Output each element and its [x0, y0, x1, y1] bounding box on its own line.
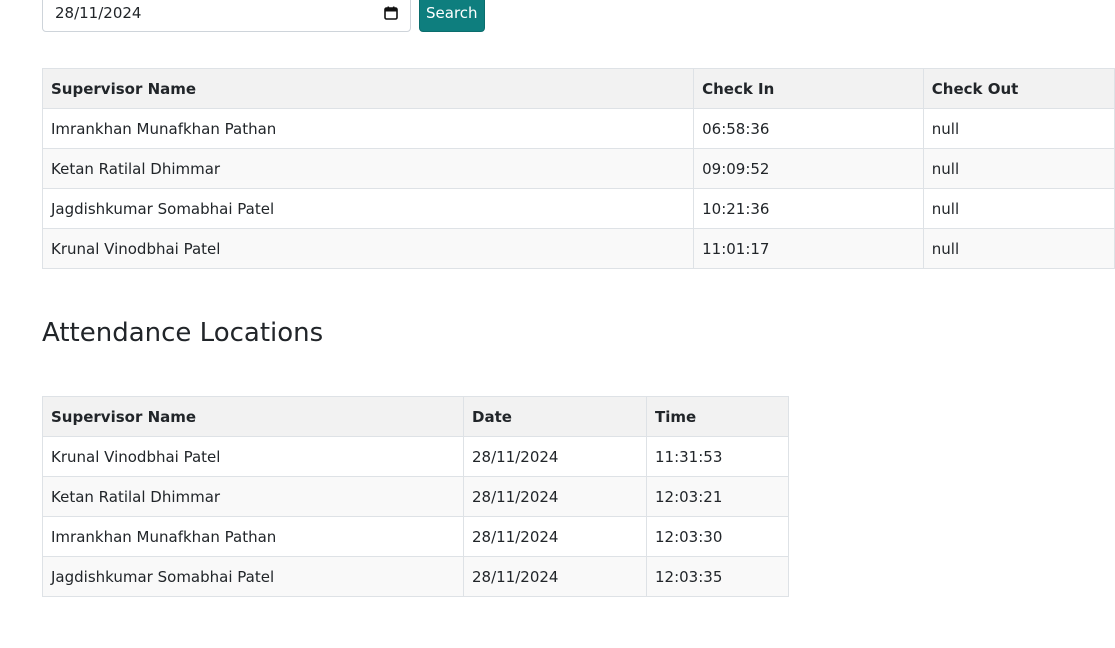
page: 28/11/2024 Search Supervisor Name Check …: [0, 0, 1115, 648]
supervisor-name-cell: Ketan Ratilal Dhimmar: [41, 148, 695, 189]
time-cell: 12:03:35: [646, 556, 789, 597]
table-row: Jagdishkumar Somabhai Patel 10:21:36 nul…: [41, 188, 1115, 229]
column-header-check-in: Check In: [693, 68, 924, 109]
attendance-locations-table: Supervisor Name Date Time Krunal Vinodbh…: [42, 396, 789, 597]
column-header-check-out: Check Out: [922, 68, 1115, 109]
check-in-cell: 06:58:36: [693, 108, 924, 149]
calendar-icon[interactable]: [384, 6, 398, 20]
date-cell: 28/11/2024: [463, 476, 647, 517]
supervisor-name-cell: Imrankhan Munafkhan Pathan: [42, 516, 464, 557]
check-out-cell: null: [922, 188, 1115, 229]
time-cell: 11:31:53: [646, 436, 789, 477]
search-bar: 28/11/2024 Search: [42, 0, 485, 32]
table-row: Jagdishkumar Somabhai Patel 28/11/2024 1…: [42, 556, 789, 597]
column-header-supervisor-name: Supervisor Name: [41, 68, 695, 109]
check-out-cell: null: [922, 228, 1115, 269]
check-in-cell: 10:21:36: [693, 188, 924, 229]
column-header-supervisor-name: Supervisor Name: [42, 396, 464, 437]
table-header-row: Supervisor Name Check In Check Out: [41, 68, 1115, 109]
table-row: Imrankhan Munafkhan Pathan 06:58:36 null: [41, 108, 1115, 149]
time-cell: 12:03:30: [646, 516, 789, 557]
check-in-cell: 11:01:17: [693, 228, 924, 269]
table-row: Imrankhan Munafkhan Pathan 28/11/2024 12…: [42, 516, 789, 557]
supervisor-name-cell: Jagdishkumar Somabhai Patel: [42, 556, 464, 597]
column-header-date: Date: [463, 396, 647, 437]
supervisor-name-cell: Ketan Ratilal Dhimmar: [42, 476, 464, 517]
search-button[interactable]: Search: [419, 0, 485, 32]
table-row: Ketan Ratilal Dhimmar 09:09:52 null: [41, 148, 1115, 189]
supervisor-name-cell: Krunal Vinodbhai Patel: [41, 228, 695, 269]
date-input[interactable]: 28/11/2024: [42, 0, 411, 32]
table-row: Ketan Ratilal Dhimmar 28/11/2024 12:03:2…: [42, 476, 789, 517]
table-header-row: Supervisor Name Date Time: [42, 396, 789, 437]
date-input-value: 28/11/2024: [55, 4, 142, 22]
check-out-cell: null: [922, 148, 1115, 189]
supervisor-name-cell: Jagdishkumar Somabhai Patel: [41, 188, 695, 229]
supervisor-name-cell: Krunal Vinodbhai Patel: [42, 436, 464, 477]
date-cell: 28/11/2024: [463, 436, 647, 477]
date-cell: 28/11/2024: [463, 556, 647, 597]
time-cell: 12:03:21: [646, 476, 789, 517]
check-in-cell: 09:09:52: [693, 148, 924, 189]
table-row: Krunal Vinodbhai Patel 28/11/2024 11:31:…: [42, 436, 789, 477]
supervisor-name-cell: Imrankhan Munafkhan Pathan: [41, 108, 695, 149]
check-out-cell: null: [922, 108, 1115, 149]
date-cell: 28/11/2024: [463, 516, 647, 557]
attendance-locations-heading: Attendance Locations: [42, 318, 324, 348]
column-header-time: Time: [646, 396, 789, 437]
attendance-table: Supervisor Name Check In Check Out Imran…: [41, 68, 1115, 269]
table-row: Krunal Vinodbhai Patel 11:01:17 null: [41, 228, 1115, 269]
